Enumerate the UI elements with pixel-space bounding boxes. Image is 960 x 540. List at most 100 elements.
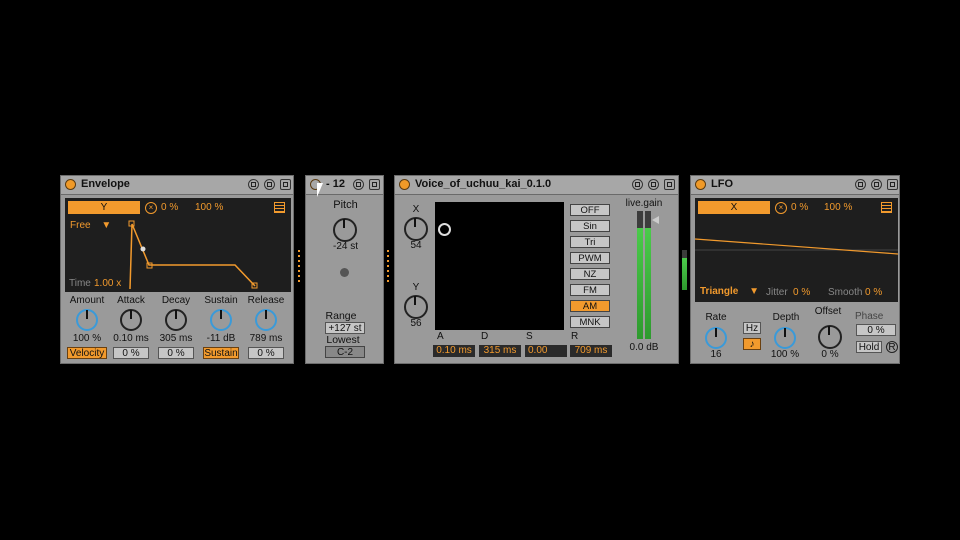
envelope-fold-icon[interactable]	[248, 179, 259, 190]
envelope-display: Y × 0 % 100 % Free ▼ Time 1.00 x	[65, 198, 291, 292]
release-mod-field[interactable]: 0 %	[248, 347, 284, 359]
chain-connector	[298, 250, 300, 285]
voice-device: Voice_of_uchuu_kai_0.1.0 X 54 Y 56 OFF S…	[394, 175, 679, 364]
lfo-device: LFO X × 0 % 100 % Triangle ▼ Jitter 0 % …	[690, 175, 900, 364]
rate-knob[interactable]	[705, 327, 727, 349]
voice-fold-icon[interactable]	[632, 179, 643, 190]
lfo-power-button[interactable]	[695, 179, 706, 190]
lfo-map-icon[interactable]	[871, 179, 882, 190]
adsr-d-field[interactable]: 315 ms	[479, 345, 521, 357]
envelope-time-label: Time	[69, 278, 91, 289]
lowest-field[interactable]: C-2	[325, 346, 365, 358]
attack-label: Attack	[117, 295, 145, 306]
attack-value: 0.10 ms	[113, 333, 149, 344]
lfo-title: LFO	[711, 178, 733, 190]
xy-pad-handle[interactable]	[438, 223, 451, 236]
adsr-a-field[interactable]: 0.10 ms	[433, 345, 475, 357]
hz-button[interactable]: Hz	[743, 322, 761, 334]
voice-titlebar[interactable]: Voice_of_uchuu_kai_0.1.0	[395, 176, 678, 195]
adsr-s-field[interactable]: 0.00	[525, 345, 567, 357]
mode-fm-button[interactable]: FM	[570, 284, 610, 296]
envelope-time-value[interactable]: 1.00 x	[94, 278, 121, 289]
gain-slider-handle[interactable]	[652, 216, 659, 224]
gain-meter-right	[645, 211, 651, 339]
voice-map-icon[interactable]	[648, 179, 659, 190]
offset-knob[interactable]	[818, 325, 842, 349]
amount-value: 100 %	[72, 333, 102, 344]
lfo-waveform-label: Triangle	[700, 286, 739, 297]
pitch-map-icon[interactable]	[353, 179, 364, 190]
smooth-value[interactable]: 0 %	[865, 287, 882, 298]
release-label: Release	[247, 295, 285, 306]
lfo-waveform-dropdown[interactable]: Triangle ▼	[700, 286, 759, 297]
adsr-r-field[interactable]: 709 ms	[570, 345, 612, 357]
decay-mod-field[interactable]: 0 %	[158, 347, 194, 359]
decay-label: Decay	[161, 295, 191, 306]
sustain-value: -11 dB	[206, 333, 236, 344]
rate-value: 16	[710, 349, 722, 360]
attack-knob[interactable]	[120, 309, 142, 331]
xy-pad[interactable]	[435, 202, 564, 330]
phase-field[interactable]: 0 %	[856, 324, 896, 336]
pitch-knob[interactable]	[333, 218, 357, 242]
y-label: Y	[412, 282, 420, 293]
jitter-value[interactable]: 0 %	[793, 287, 810, 298]
smooth-label: Smooth	[828, 287, 863, 298]
mode-pwm-button[interactable]: PWM	[570, 252, 610, 264]
depth-knob[interactable]	[774, 327, 796, 349]
decay-value: 305 ms	[159, 333, 193, 344]
release-value: 789 ms	[249, 333, 283, 344]
x-value: 54	[410, 240, 422, 251]
envelope-map-icon[interactable]	[264, 179, 275, 190]
lfo-save-icon[interactable]	[887, 179, 898, 190]
adsr-d-label: D	[481, 331, 489, 342]
release-knob[interactable]	[255, 309, 277, 331]
envelope-device: Envelope Y × 0 % 100 % Free ▼ Time 1.00 …	[60, 175, 294, 364]
amount-label: Amount	[69, 295, 105, 306]
envelope-power-button[interactable]	[65, 179, 76, 190]
adsr-r-label: R	[571, 331, 579, 342]
retrigger-button[interactable]: R	[886, 341, 898, 353]
envelope-title: Envelope	[81, 178, 130, 190]
voice-power-button[interactable]	[399, 179, 410, 190]
decay-knob[interactable]	[165, 309, 187, 331]
adsr-a-label: A	[437, 331, 444, 342]
amount-knob[interactable]	[76, 309, 98, 331]
gain-meter-left	[637, 211, 643, 339]
lfo-display: X × 0 % 100 % Triangle ▼ Jitter 0 % Smoo…	[695, 198, 898, 302]
voice-title: Voice_of_uchuu_kai_0.1.0	[415, 178, 552, 190]
sustain-toggle[interactable]: Sustain	[203, 347, 239, 359]
depth-value: 100 %	[770, 349, 800, 360]
mode-sin-button[interactable]: Sin	[570, 220, 610, 232]
offset-label: Offset	[814, 306, 842, 317]
lfo-fold-icon[interactable]	[855, 179, 866, 190]
offset-value: 0 %	[821, 349, 839, 360]
mode-mnk-button[interactable]: MNK	[570, 316, 610, 328]
pitch-save-icon[interactable]	[369, 179, 380, 190]
attack-mod-field[interactable]: 0 %	[113, 347, 149, 359]
gain-value: 0.0 dB	[629, 342, 659, 353]
pitch-label: Pitch	[333, 199, 358, 211]
velocity-toggle[interactable]: Velocity	[67, 347, 107, 359]
mode-tri-button[interactable]: Tri	[570, 236, 610, 248]
x-label: X	[412, 204, 420, 215]
pitch-title: - 12	[326, 178, 345, 190]
mode-am-button[interactable]: AM	[570, 300, 610, 312]
lfo-titlebar[interactable]: LFO	[691, 176, 899, 195]
y-value: 56	[410, 318, 422, 329]
sustain-knob[interactable]	[210, 309, 232, 331]
chain-connector-2	[387, 250, 389, 285]
y-knob[interactable]	[404, 295, 428, 319]
sync-note-button[interactable]: ♪	[743, 338, 761, 350]
sustain-label: Sustain	[204, 295, 238, 306]
adsr-s-label: S	[526, 331, 533, 342]
voice-save-icon[interactable]	[664, 179, 675, 190]
mouse-cursor-icon	[317, 183, 323, 197]
envelope-save-icon[interactable]	[280, 179, 291, 190]
range-field[interactable]: +127 st	[325, 322, 365, 334]
hold-button[interactable]: Hold	[856, 341, 882, 353]
x-knob[interactable]	[404, 217, 428, 241]
mode-off-button[interactable]: OFF	[570, 204, 610, 216]
mode-nz-button[interactable]: NZ	[570, 268, 610, 280]
envelope-titlebar[interactable]: Envelope	[61, 176, 293, 195]
